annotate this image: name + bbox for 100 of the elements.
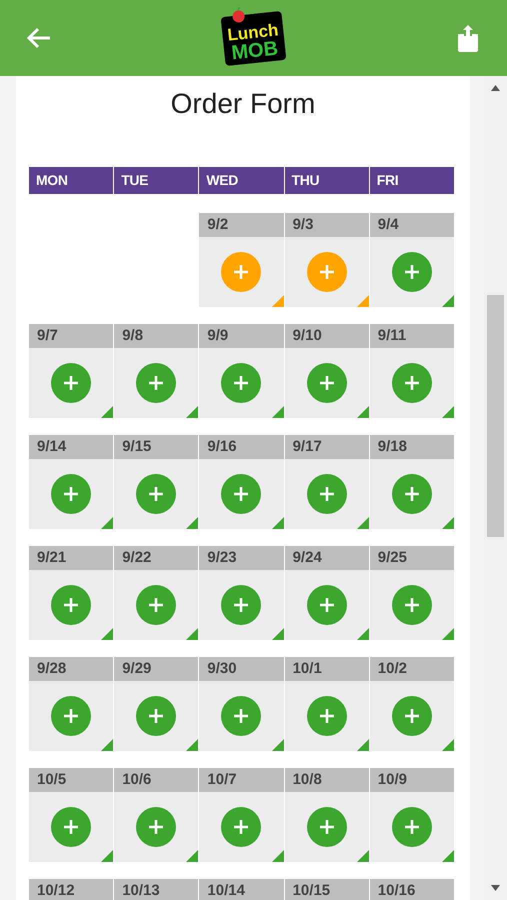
plus-icon (63, 375, 80, 391)
date-label: 9/23 (199, 546, 284, 570)
add-button[interactable] (306, 474, 347, 514)
plus-icon (148, 486, 164, 502)
weekday-header: MON (29, 167, 114, 194)
add-button[interactable] (221, 363, 262, 403)
add-button[interactable] (221, 696, 262, 736)
plus-icon (318, 375, 335, 391)
plus-icon (318, 819, 335, 835)
date-label: 9/22 (114, 546, 198, 570)
date-label: 9/28 (29, 657, 114, 681)
add-button[interactable] (51, 696, 92, 736)
plus-icon (148, 819, 164, 835)
add-button[interactable] (392, 696, 432, 736)
date-label: 10/7 (199, 768, 284, 792)
date-label: 9/24 (284, 546, 369, 570)
date-label: 10/16 (370, 879, 454, 900)
add-button[interactable] (51, 363, 92, 403)
add-button[interactable] (51, 807, 92, 847)
add-button[interactable] (392, 807, 432, 847)
date-label: 9/15 (114, 435, 198, 459)
date-label: 10/15 (284, 879, 369, 900)
date-label: 10/13 (114, 879, 198, 900)
date-label: 10/1 (284, 657, 369, 681)
date-label: 9/8 (114, 324, 198, 348)
plus-icon (63, 708, 80, 724)
weekday-header: TUE (114, 167, 198, 194)
date-label: 9/2 (199, 213, 284, 237)
plus-icon (233, 486, 250, 502)
add-button[interactable] (136, 585, 176, 625)
back-arrow-icon (26, 27, 52, 49)
plus-icon (404, 375, 420, 391)
plus-icon (233, 375, 250, 391)
date-label: 10/5 (29, 768, 114, 792)
date-label: 9/3 (284, 213, 369, 237)
date-label: 9/30 (199, 657, 284, 681)
plus-icon (148, 597, 164, 613)
add-button[interactable] (221, 807, 262, 847)
scroll-thumb[interactable] (487, 295, 504, 537)
share-icon (456, 24, 480, 52)
plus-icon (148, 375, 164, 391)
plus-icon (233, 264, 250, 280)
plus-icon (233, 819, 250, 835)
add-button[interactable] (392, 585, 432, 625)
date-label: 10/8 (284, 768, 369, 792)
date-label: 9/18 (370, 435, 454, 459)
plus-icon (404, 486, 420, 502)
scroll-up-icon[interactable] (491, 85, 500, 91)
plus-icon (404, 819, 420, 835)
plus-icon (63, 597, 80, 613)
plus-icon (63, 819, 80, 835)
add-button[interactable] (136, 696, 176, 736)
add-button[interactable] (51, 585, 92, 625)
plus-icon (404, 597, 420, 613)
plus-icon (318, 264, 335, 280)
weekday-header: WED (199, 167, 284, 194)
plus-icon (148, 708, 164, 724)
date-label: 9/9 (199, 324, 284, 348)
plus-icon (404, 708, 420, 724)
weekday-header: THU (284, 167, 369, 194)
add-button[interactable] (136, 474, 176, 514)
date-label: 10/14 (199, 879, 284, 900)
add-button[interactable] (306, 252, 347, 292)
add-button[interactable] (392, 474, 432, 514)
date-label: 9/7 (29, 324, 114, 348)
plus-icon (318, 597, 335, 613)
date-label: 9/17 (284, 435, 369, 459)
date-label: 10/2 (370, 657, 454, 681)
date-label: 9/21 (29, 546, 114, 570)
date-label: 9/25 (370, 546, 454, 570)
plus-icon (233, 708, 250, 724)
date-label: 9/11 (370, 324, 454, 348)
add-button[interactable] (221, 252, 262, 292)
date-label: 10/12 (29, 879, 114, 900)
add-button[interactable] (306, 807, 347, 847)
add-button[interactable] (136, 807, 176, 847)
add-button[interactable] (51, 474, 92, 514)
plus-icon (404, 264, 420, 280)
add-button[interactable] (221, 585, 262, 625)
date-label: 9/10 (284, 324, 369, 348)
date-label: 10/6 (114, 768, 198, 792)
add-button[interactable] (392, 363, 432, 403)
plus-icon (63, 486, 80, 502)
page-title: Order Form (170, 87, 316, 121)
add-button[interactable] (306, 696, 347, 736)
weekday-header: FRI (370, 167, 454, 194)
plus-icon (318, 708, 335, 724)
add-button[interactable] (136, 363, 176, 403)
add-button[interactable] (306, 585, 347, 625)
plus-icon (318, 486, 335, 502)
date-label: 9/4 (370, 213, 454, 237)
scroll-down-icon[interactable] (491, 885, 500, 891)
date-label: 9/14 (29, 435, 114, 459)
date-label: 10/9 (370, 768, 454, 792)
date-label: 9/29 (114, 657, 198, 681)
apple-icon (230, 6, 248, 24)
add-button[interactable] (392, 252, 432, 292)
date-label: 9/16 (199, 435, 284, 459)
add-button[interactable] (221, 474, 262, 514)
add-button[interactable] (306, 363, 347, 403)
